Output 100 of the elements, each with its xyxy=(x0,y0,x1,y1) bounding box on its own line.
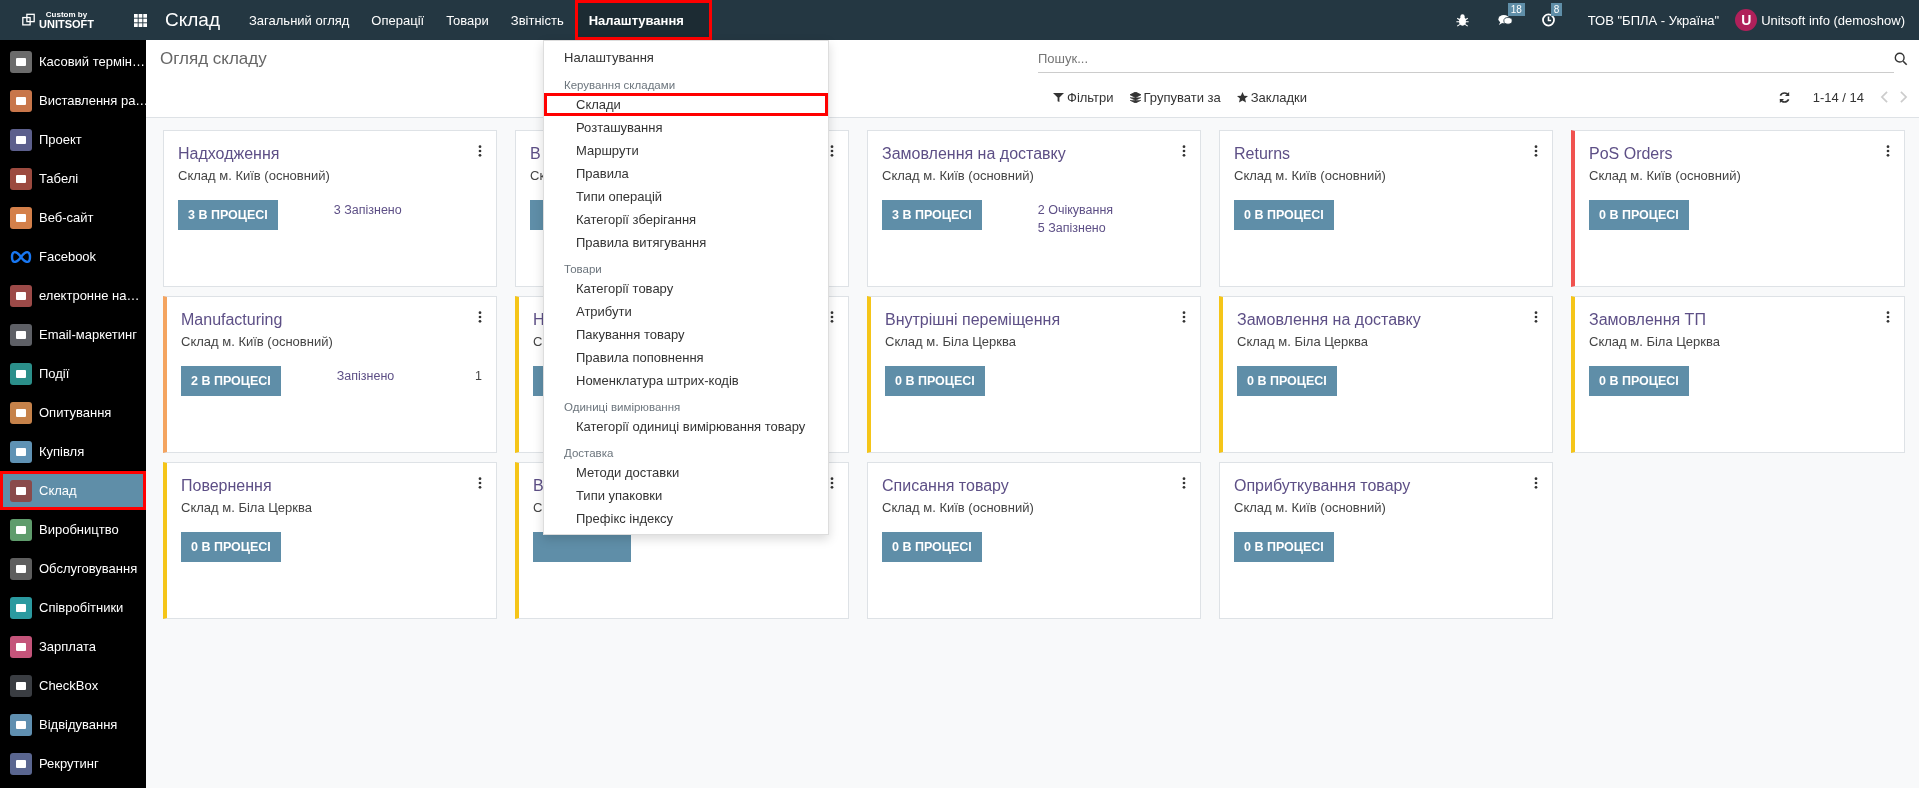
menu-item[interactable]: Налаштування xyxy=(544,45,828,70)
kebab-menu-icon[interactable] xyxy=(1886,145,1890,157)
menu-tab[interactable]: Звітність xyxy=(499,0,575,40)
menu-tab[interactable]: Загальний огляд xyxy=(238,0,361,40)
chat-icon[interactable] xyxy=(1497,13,1513,27)
card-title[interactable]: Н xyxy=(533,311,545,329)
menu-tab[interactable]: Операції xyxy=(360,0,436,40)
sidebar-item[interactable]: Табелі xyxy=(0,159,146,198)
card-title[interactable]: Списання товару xyxy=(882,477,1009,495)
in-progress-button[interactable]: 0 В ПРОЦЕСІ xyxy=(885,366,985,396)
group-by-button[interactable]: Групувати за xyxy=(1125,87,1225,107)
card-title[interactable]: Manufacturing xyxy=(181,311,283,329)
menu-item[interactable]: Методи доставки xyxy=(544,461,828,484)
in-progress-button[interactable]: 0 В ПРОЦЕСІ xyxy=(1589,200,1689,230)
menu-item[interactable]: Категорії товару xyxy=(544,277,828,300)
menu-item[interactable]: Маршрути xyxy=(544,139,828,162)
kebab-menu-icon[interactable] xyxy=(478,477,482,489)
bug-icon[interactable] xyxy=(1454,13,1470,27)
status-link[interactable]: Запізнено xyxy=(336,369,395,383)
user-avatar[interactable]: U xyxy=(1735,9,1758,31)
kebab-menu-icon[interactable] xyxy=(1182,311,1186,323)
kebab-menu-icon[interactable] xyxy=(478,311,482,323)
menu-tab[interactable]: Товари xyxy=(435,0,500,40)
clock-icon[interactable] xyxy=(1540,13,1556,27)
in-progress-button[interactable]: 0 В ПРОЦЕСІ xyxy=(1237,366,1337,396)
menu-item[interactable]: Категорії одиниці вимірювання товару xyxy=(544,415,828,438)
in-progress-button[interactable]: 0 В ПРОЦЕСІ xyxy=(181,532,281,562)
app-grid-icon[interactable] xyxy=(134,13,147,27)
kebab-menu-icon[interactable] xyxy=(830,311,834,323)
card-title[interactable]: В xyxy=(530,145,541,163)
card-title[interactable]: Надходження xyxy=(178,145,280,163)
in-progress-button[interactable]: 3 В ПРОЦЕСІ xyxy=(882,200,982,230)
card-title[interactable]: Внутрішні переміщення xyxy=(885,311,1061,329)
card-title[interactable]: Повернення xyxy=(181,477,272,495)
card-title[interactable]: Замовлення на доставку xyxy=(882,145,1066,163)
menu-item[interactable]: Префікс індексу xyxy=(544,507,828,530)
pager-value[interactable]: 1-14 / 14 xyxy=(1812,89,1864,105)
sidebar-item[interactable]: Опитування xyxy=(0,393,146,432)
search-field[interactable]: Пошук... xyxy=(1038,45,1894,73)
menu-item[interactable]: Категорії зберігання xyxy=(544,208,828,231)
kebab-menu-icon[interactable] xyxy=(1534,145,1538,157)
sidebar-item[interactable]: Відвідування xyxy=(0,705,146,744)
sidebar-item[interactable]: Події xyxy=(0,354,146,393)
card-title[interactable]: В xyxy=(533,477,544,495)
kebab-menu-icon[interactable] xyxy=(478,145,482,157)
sidebar-item[interactable]: Купівля xyxy=(0,432,146,471)
in-progress-button[interactable]: 2 В ПРОЦЕСІ xyxy=(181,366,281,396)
kebab-menu-icon[interactable] xyxy=(1182,477,1186,489)
sidebar-item[interactable]: електронне на… xyxy=(0,276,146,315)
menu-item[interactable]: Правила xyxy=(544,162,828,185)
card-title[interactable]: Замовлення ТП xyxy=(1589,311,1706,329)
kebab-menu-icon[interactable] xyxy=(1534,477,1538,489)
sidebar-item[interactable]: Зарплата xyxy=(0,627,146,666)
menu-item[interactable]: Пакування товару xyxy=(544,323,828,346)
menu-item[interactable]: Атрибути xyxy=(544,300,828,323)
search-icon[interactable] xyxy=(1894,52,1908,66)
filters-button[interactable]: Фільтри xyxy=(1049,87,1118,107)
kebab-menu-icon[interactable] xyxy=(1534,311,1538,323)
kebab-menu-icon[interactable] xyxy=(1182,145,1186,157)
sidebar-item[interactable]: Веб-сайт xyxy=(0,198,146,237)
menu-item[interactable]: Номенклатура штрих-кодів xyxy=(544,369,828,392)
company-switcher[interactable]: ТОВ "БПЛА - Україна" xyxy=(1587,12,1720,28)
in-progress-button[interactable]: 0 В ПРОЦЕСІ xyxy=(1234,532,1334,562)
in-progress-button[interactable]: 0 В ПРОЦЕСІ xyxy=(882,532,982,562)
menu-item[interactable]: Склади xyxy=(544,93,828,116)
app-name[interactable]: Склад xyxy=(165,9,220,31)
status-link[interactable]: 5 Запізнено xyxy=(1037,221,1106,235)
kebab-menu-icon[interactable] xyxy=(1886,311,1890,323)
in-progress-button[interactable]: 3 В ПРОЦЕСІ xyxy=(178,200,278,230)
sidebar-item[interactable]: Рекрутинг xyxy=(0,744,146,783)
sidebar-item[interactable]: CheckBox xyxy=(0,666,146,705)
status-link[interactable]: 2 Очікування xyxy=(1037,203,1114,217)
card-title[interactable]: Оприбуткування товару xyxy=(1234,477,1411,495)
in-progress-button[interactable]: 0 В ПРОЦЕСІ xyxy=(1234,200,1334,230)
menu-item[interactable]: Правила поповнення xyxy=(544,346,828,369)
status-link[interactable]: 3 Запізнено xyxy=(333,203,402,217)
card-title[interactable]: PoS Orders xyxy=(1589,145,1673,163)
card-title[interactable]: Замовлення на доставку xyxy=(1237,311,1421,329)
favorites-button[interactable]: Закладки xyxy=(1232,87,1311,107)
card-title[interactable]: Returns xyxy=(1234,145,1291,163)
menu-item[interactable]: Правила витягування xyxy=(544,231,828,254)
menu-tab[interactable]: Налаштування xyxy=(574,0,712,40)
kebab-menu-icon[interactable] xyxy=(830,145,834,157)
refresh-icon[interactable] xyxy=(1777,90,1791,104)
sidebar-item[interactable]: Facebook xyxy=(0,237,146,276)
kebab-menu-icon[interactable] xyxy=(830,477,834,489)
user-name[interactable]: Unitsoft info (demoshow) xyxy=(1761,12,1905,28)
menu-item[interactable]: Типи операцій xyxy=(544,185,828,208)
sidebar-item[interactable]: Проект xyxy=(0,120,146,159)
sidebar-item[interactable]: Обслуговування xyxy=(0,549,146,588)
sidebar-item[interactable]: Виставлення ра… xyxy=(0,81,146,120)
sidebar-item[interactable]: Співробітники xyxy=(0,588,146,627)
in-progress-button[interactable]: 0 В ПРОЦЕСІ xyxy=(1589,366,1689,396)
sidebar-item[interactable]: Виробництво xyxy=(0,510,146,549)
menu-item[interactable]: Розташування xyxy=(544,116,828,139)
sidebar-item[interactable]: Email-маркетинг xyxy=(0,315,146,354)
sidebar-item[interactable]: Касовий термін… xyxy=(0,42,146,81)
sidebar-item[interactable]: Склад xyxy=(0,471,146,510)
menu-item[interactable]: Типи упаковки xyxy=(544,484,828,507)
logo[interactable]: Custom by UNITSOFT xyxy=(22,10,94,30)
